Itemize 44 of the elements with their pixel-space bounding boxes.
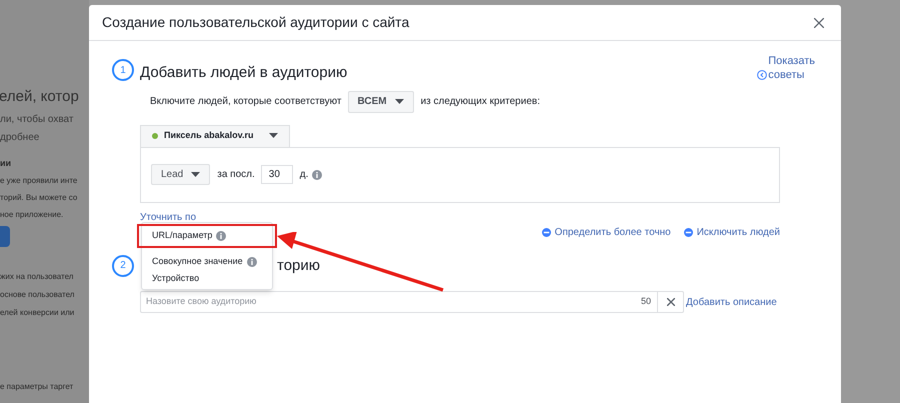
include-suffix: из следующих критериев: bbox=[420, 95, 540, 109]
page-text: жих на пользовател bbox=[0, 271, 74, 283]
minus-circle-icon bbox=[684, 228, 693, 236]
page-text: елей конверсии или bbox=[0, 307, 76, 319]
page-text: ное приложение. bbox=[0, 209, 64, 221]
page-text: е уже проявили инте bbox=[0, 175, 78, 187]
info-icon bbox=[312, 170, 322, 180]
dialog-title: Создание пользовательской аудитории с сайта bbox=[102, 13, 410, 32]
menu-item[interactable]: Устройство bbox=[142, 270, 272, 287]
match-dropdown[interactable]: ВСЕМ bbox=[348, 90, 414, 112]
page-text: основе пользовател bbox=[0, 289, 76, 301]
chevron-circle-icon bbox=[757, 70, 768, 80]
add-description-link[interactable]: Добавить описание bbox=[686, 294, 777, 310]
page-subheading: ии bbox=[0, 156, 12, 170]
menu-item[interactable]: URL/параметр bbox=[138, 225, 276, 247]
event-dropdown[interactable]: Lead bbox=[151, 164, 210, 185]
days-unit: д. bbox=[300, 168, 308, 182]
action-link[interactable]: Определить более точно bbox=[542, 224, 671, 240]
char-count: 50 bbox=[640, 295, 651, 308]
section-title: торию bbox=[277, 256, 320, 276]
page-text: торий. Вы можете со bbox=[0, 192, 78, 204]
close-icon bbox=[666, 298, 674, 306]
step-number: 2 bbox=[112, 254, 134, 277]
page-text: дробнее bbox=[0, 130, 40, 144]
close-icon[interactable] bbox=[814, 18, 824, 28]
audience-name-field[interactable]: Назовите свою аудиторию 50 bbox=[140, 291, 684, 313]
step-number: 1 bbox=[112, 59, 134, 81]
page-text: ли, чтобы охват bbox=[0, 112, 74, 126]
section-title: Добавить людей в аудиторию bbox=[140, 63, 348, 83]
period-label: за посл. bbox=[217, 168, 255, 182]
days-field[interactable]: 30 bbox=[260, 165, 293, 184]
action-link[interactable]: Исключить людей bbox=[684, 224, 780, 240]
caret-icon bbox=[269, 133, 278, 139]
page-heading: елей, котор bbox=[0, 87, 80, 107]
minus-circle-icon bbox=[542, 228, 551, 236]
caret-icon bbox=[191, 172, 200, 178]
include-text: Включите людей, которые соответствуют bbox=[150, 95, 342, 109]
page-text: е параметры таргет bbox=[0, 381, 74, 393]
caret-icon bbox=[394, 98, 404, 104]
refine-link[interactable]: Уточнить по bbox=[140, 210, 196, 224]
show-tips-link[interactable]: Показать советы bbox=[768, 54, 815, 82]
name-input[interactable]: Назовите свою аудиторию bbox=[141, 295, 641, 309]
pixel-tab[interactable]: Пиксель abakalov.ru bbox=[140, 124, 290, 146]
menu-item[interactable]: Совокупное значение bbox=[142, 253, 272, 270]
